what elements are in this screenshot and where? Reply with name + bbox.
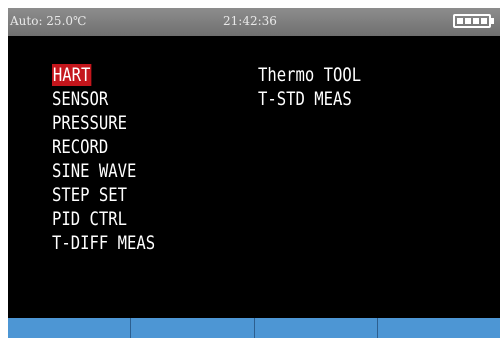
softkey-1[interactable] — [8, 318, 132, 338]
menu-item-sensor[interactable]: SENSOR — [52, 87, 155, 111]
battery-cell — [481, 18, 487, 24]
softkey-bar — [8, 318, 500, 338]
softkey-4[interactable] — [377, 318, 500, 338]
device-frame: Auto: 25.0℃ 21:42:36 HART SENSOR PRESSUR… — [0, 0, 503, 338]
menu-item-pressure[interactable]: PRESSURE — [52, 111, 155, 135]
battery-terminal — [491, 18, 494, 24]
menu-item-label: T-DIFF MEAS — [52, 232, 156, 254]
menu-column-left: HART SENSOR PRESSURE RECORD SINE WAVE ST… — [52, 63, 178, 255]
battery-cell — [457, 18, 463, 24]
softkey-2[interactable] — [131, 318, 255, 338]
menu-item-label: PRESSURE — [52, 112, 128, 134]
lcd-screen: Auto: 25.0℃ 21:42:36 HART SENSOR PRESSUR… — [8, 8, 500, 338]
menu-column-right: Thermo TOOL T-STD MEAS — [258, 63, 384, 111]
menu-item-step-set[interactable]: STEP SET — [52, 183, 155, 207]
menu-item-thermo-tool[interactable]: Thermo TOOL — [258, 63, 361, 87]
menu-item-label: SENSOR — [52, 88, 109, 110]
battery-cell — [473, 18, 479, 24]
battery-icon — [453, 14, 491, 28]
menu-item-label: PID CTRL — [52, 208, 128, 230]
menu-item-label: STEP SET — [52, 184, 128, 206]
menu-item-label: HART — [52, 64, 92, 86]
menu-item-sine-wave[interactable]: SINE WAVE — [52, 159, 155, 183]
menu-item-hart[interactable]: HART — [52, 63, 155, 87]
status-bar: Auto: 25.0℃ 21:42:36 — [8, 8, 500, 36]
menu-item-record[interactable]: RECORD — [52, 135, 155, 159]
menu-item-label: SINE WAVE — [52, 160, 137, 182]
menu-item-label: T-STD MEAS — [258, 88, 352, 110]
softkey-3[interactable] — [254, 318, 378, 338]
battery-cell — [465, 18, 471, 24]
menu-item-t-std-meas[interactable]: T-STD MEAS — [258, 87, 361, 111]
menu-item-pid-ctrl[interactable]: PID CTRL — [52, 207, 155, 231]
menu-item-label: RECORD — [52, 136, 109, 158]
menu-item-t-diff-meas[interactable]: T-DIFF MEAS — [52, 231, 155, 255]
temperature-readout: Auto: 25.0℃ — [10, 14, 87, 28]
clock: 21:42:36 — [223, 14, 277, 28]
menu-item-label: Thermo TOOL — [258, 64, 362, 86]
